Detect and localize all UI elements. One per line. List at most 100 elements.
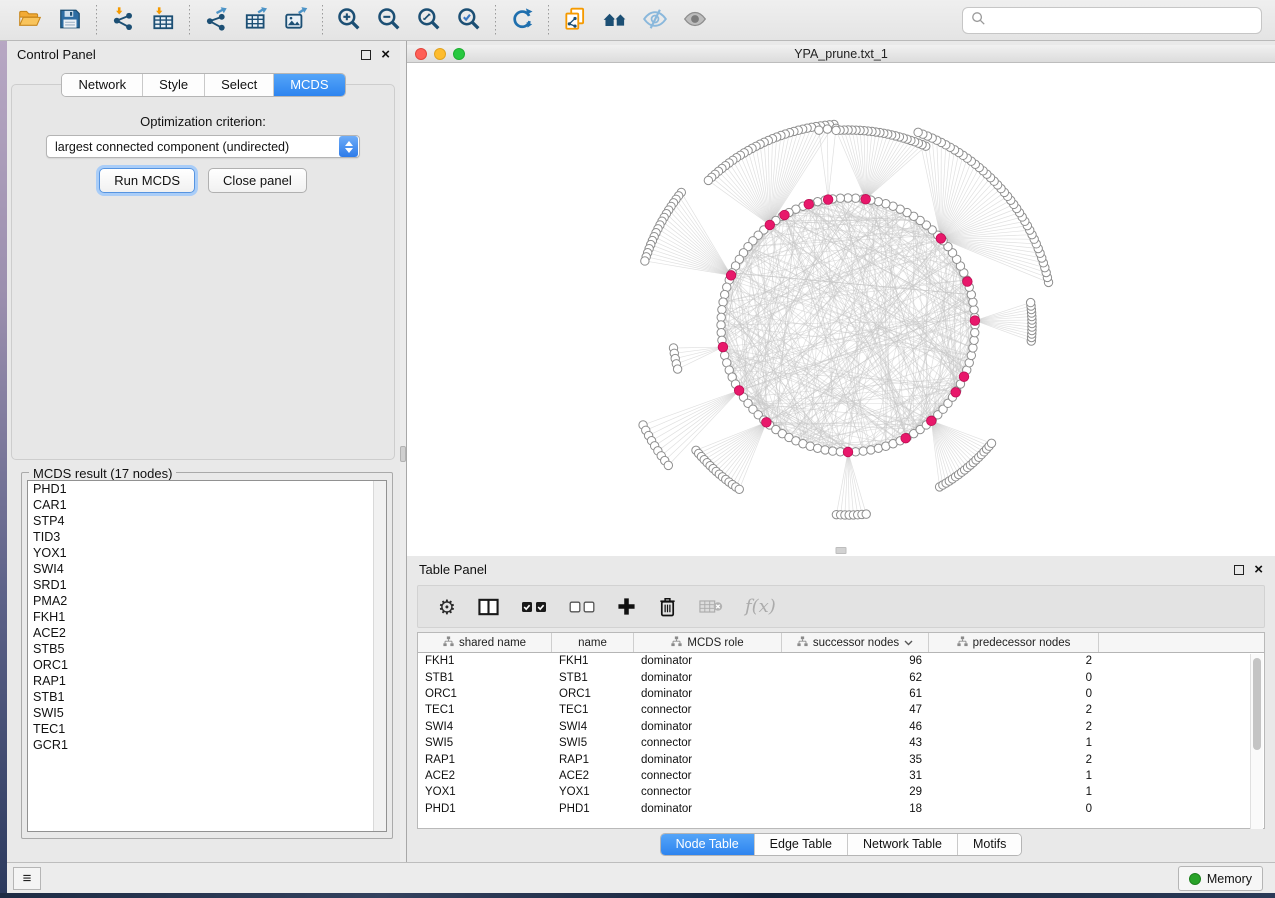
table-cell[interactable]: 2 — [929, 721, 1099, 733]
table-cell[interactable]: 0 — [929, 688, 1099, 700]
table-cell[interactable]: 1 — [929, 737, 1099, 749]
export-image-button[interactable] — [276, 3, 316, 37]
table-cell[interactable]: TEC1 — [552, 704, 634, 716]
table-cell[interactable]: STB1 — [552, 672, 634, 684]
mcds-result-item[interactable]: TEC1 — [28, 721, 386, 737]
table-cell[interactable]: 61 — [782, 688, 929, 700]
table-row[interactable]: ORC1ORC1dominator610 — [418, 686, 1264, 702]
tab-style[interactable]: Style — [143, 74, 205, 96]
table-cell[interactable]: 2 — [929, 655, 1099, 667]
close-table-panel-icon[interactable]: × — [1254, 562, 1263, 577]
mcds-result-list[interactable]: PHD1CAR1STP4TID3YOX1SWI4SRD1PMA2FKH1ACE2… — [27, 480, 387, 832]
table-cell[interactable]: 43 — [782, 737, 929, 749]
memory-button[interactable]: Memory — [1178, 866, 1263, 891]
table-cell[interactable]: 62 — [782, 672, 929, 684]
table-row[interactable]: SWI5SWI5connector431 — [418, 735, 1264, 751]
column-header-predecessor-nodes[interactable]: predecessor nodes — [929, 633, 1099, 652]
table-cell[interactable]: 31 — [782, 770, 929, 782]
mcds-result-item[interactable]: PHD1 — [28, 481, 386, 497]
function-builder-button[interactable]: f(x) — [745, 592, 776, 622]
table-cell[interactable]: SWI5 — [552, 737, 634, 749]
network-graph[interactable] — [407, 63, 1275, 556]
table-cell[interactable]: 46 — [782, 721, 929, 733]
table-cell[interactable]: ORC1 — [418, 688, 552, 700]
table-cell[interactable]: SWI5 — [418, 737, 552, 749]
table-scrollbar-thumb[interactable] — [1253, 658, 1261, 750]
table-cell[interactable]: 1 — [929, 786, 1099, 798]
table-tab-edge-table[interactable]: Edge Table — [755, 834, 848, 855]
open-file-button[interactable] — [10, 3, 50, 37]
table-cell[interactable]: ORC1 — [552, 688, 634, 700]
table-cell[interactable]: dominator — [634, 655, 782, 667]
table-cell[interactable]: STB1 — [418, 672, 552, 684]
network-canvas[interactable] — [407, 63, 1275, 556]
zoom-fit-button[interactable] — [409, 3, 449, 37]
run-mcds-button[interactable]: Run MCDS — [99, 168, 195, 193]
column-view-button[interactable] — [478, 592, 499, 622]
mcds-result-item[interactable]: FKH1 — [28, 609, 386, 625]
table-cell[interactable]: ACE2 — [552, 770, 634, 782]
table-cell[interactable]: FKH1 — [418, 655, 552, 667]
mcds-result-item[interactable]: TID3 — [28, 529, 386, 545]
table-cell[interactable]: connector — [634, 737, 782, 749]
table-row[interactable]: SWI4SWI4dominator462 — [418, 719, 1264, 735]
table-tab-motifs[interactable]: Motifs — [958, 834, 1021, 855]
table-cell[interactable]: connector — [634, 786, 782, 798]
create-column-button[interactable] — [617, 592, 636, 622]
table-cell[interactable]: connector — [634, 704, 782, 716]
table-cell[interactable]: 1 — [929, 770, 1099, 782]
refresh-layout-button[interactable] — [502, 3, 542, 37]
mcds-result-item[interactable]: SWI4 — [28, 561, 386, 577]
hide-selected-button[interactable] — [635, 3, 675, 37]
mcds-result-item[interactable]: SWI5 — [28, 705, 386, 721]
table-cell[interactable]: PHD1 — [552, 803, 634, 815]
table-cell[interactable]: dominator — [634, 721, 782, 733]
close-panel-button[interactable]: Close panel — [208, 168, 307, 193]
table-row[interactable]: YOX1YOX1connector291 — [418, 784, 1264, 800]
first-neighbors-button[interactable] — [595, 3, 635, 37]
mcds-result-item[interactable]: ORC1 — [28, 657, 386, 673]
network-splitter-grip[interactable] — [836, 547, 847, 554]
float-table-panel-icon[interactable] — [1234, 565, 1244, 575]
tab-network[interactable]: Network — [62, 74, 143, 96]
table-cell[interactable]: 0 — [929, 672, 1099, 684]
table-cell[interactable]: YOX1 — [418, 786, 552, 798]
mcds-result-item[interactable]: STB5 — [28, 641, 386, 657]
export-table-button[interactable] — [236, 3, 276, 37]
import-network-button[interactable] — [103, 3, 143, 37]
table-cell[interactable]: dominator — [634, 803, 782, 815]
copy-network-style-button[interactable] — [555, 3, 595, 37]
table-tab-network-table[interactable]: Network Table — [848, 834, 958, 855]
table-cell[interactable]: PHD1 — [418, 803, 552, 815]
task-history-button[interactable]: ≡ — [13, 867, 41, 890]
table-cell[interactable]: 2 — [929, 754, 1099, 766]
table-cell[interactable]: ACE2 — [418, 770, 552, 782]
mcds-result-item[interactable]: SRD1 — [28, 577, 386, 593]
mcds-list-scrollbar[interactable] — [373, 481, 386, 831]
table-scrollbar[interactable] — [1250, 654, 1263, 829]
table-row[interactable]: STB1STB1dominator620 — [418, 669, 1264, 685]
column-header-mcds-role[interactable]: MCDS role — [634, 633, 782, 652]
tab-select[interactable]: Select — [205, 74, 274, 96]
float-panel-icon[interactable] — [361, 50, 371, 60]
table-cell[interactable]: 96 — [782, 655, 929, 667]
table-row[interactable]: RAP1RAP1dominator352 — [418, 751, 1264, 767]
table-cell[interactable]: connector — [634, 770, 782, 782]
export-network-button[interactable] — [196, 3, 236, 37]
table-cell[interactable]: 47 — [782, 704, 929, 716]
delete-column-button[interactable] — [658, 592, 677, 622]
mcds-result-item[interactable]: CAR1 — [28, 497, 386, 513]
table-options-button[interactable]: ⚙ — [438, 592, 456, 622]
column-header-name[interactable]: name — [552, 633, 634, 652]
table-cell[interactable]: YOX1 — [552, 786, 634, 798]
table-row[interactable]: ACE2ACE2connector311 — [418, 768, 1264, 784]
mcds-result-item[interactable]: GCR1 — [28, 737, 386, 753]
import-table-button[interactable] — [143, 3, 183, 37]
table-cell[interactable]: 35 — [782, 754, 929, 766]
table-cell[interactable]: 2 — [929, 704, 1099, 716]
save-session-button[interactable] — [50, 3, 90, 37]
zoom-selected-button[interactable] — [449, 3, 489, 37]
show-all-button[interactable] — [675, 3, 715, 37]
mcds-result-item[interactable]: PMA2 — [28, 593, 386, 609]
column-header-successor-nodes[interactable]: successor nodes — [782, 633, 929, 652]
